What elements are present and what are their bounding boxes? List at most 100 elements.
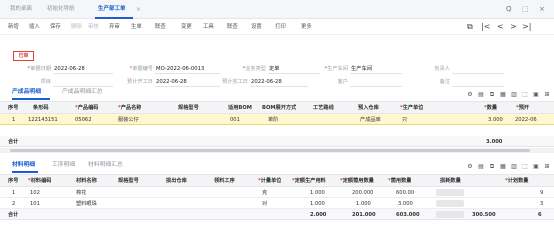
toolbar-print-button[interactable]: 打印: [275, 21, 286, 33]
tab-product-summary[interactable]: 产成品明细汇总: [62, 86, 103, 99]
tab-material-summary[interactable]: 材料明细汇总: [88, 159, 123, 172]
table-cell: 2: [12, 201, 16, 207]
redacted-cell: [436, 189, 464, 196]
expand-icon[interactable]: ⊞: [543, 162, 551, 172]
table-cell: 只: [402, 117, 408, 123]
workshop-field[interactable]: 生产车间: [350, 64, 402, 74]
tab-process-details[interactable]: 工序明细: [52, 159, 75, 172]
table-cell: 9: [540, 190, 544, 196]
tab-init-navigation[interactable]: 初始化导航: [47, 0, 75, 19]
grid-icon[interactable]: ▦: [499, 162, 507, 172]
box-icon[interactable]: ▣: [532, 162, 540, 172]
redacted-cell: [436, 211, 464, 218]
close-icon[interactable]: ×: [136, 0, 141, 19]
redacted-cell: [436, 200, 464, 207]
field-label-customer: 客户: [337, 79, 348, 85]
table-cell: 3.000: [398, 201, 413, 207]
toolbar-generate-button[interactable]: 生单: [131, 21, 142, 33]
frame-icon[interactable]: ⬚: [521, 162, 529, 172]
table-cell: 600.00: [396, 190, 415, 196]
box-icon[interactable]: ▣: [532, 90, 540, 100]
toolbar-approve-button[interactable]: 审核: [88, 21, 99, 33]
remarks-field[interactable]: [452, 77, 504, 87]
doc-number-field[interactable]: MO-2022-06-0013: [155, 64, 220, 74]
table-cell: 122143151: [28, 117, 58, 123]
table-cell: 05062: [75, 117, 92, 123]
toolbar-delete-button[interactable]: 删除: [71, 21, 82, 33]
frame-icon[interactable]: ⬚: [521, 90, 529, 100]
columns-icon[interactable]: ▥: [510, 162, 518, 172]
toolbar-save-button[interactable]: 保存: [50, 21, 61, 33]
next-record-icon[interactable]: >: [510, 20, 517, 34]
copy-row-icon[interactable]: ⧉: [488, 90, 496, 100]
columns-icon[interactable]: ▥: [510, 90, 518, 100]
doc-date-field[interactable]: 2022-06-28: [53, 64, 113, 74]
planned-finish-field[interactable]: 2022-06-28: [250, 77, 308, 87]
search-icon[interactable]: Q: [506, 0, 512, 19]
first-record-icon[interactable]: |<: [481, 20, 490, 34]
col-header-quota-output: *定额生产用料: [292, 178, 326, 184]
table-cell: 产成品库: [360, 117, 381, 123]
tab-my-desktop[interactable]: 我的桌面: [10, 0, 32, 19]
col-header-required-qty: *需用数量: [388, 178, 412, 184]
col-header-unit: *计量单位: [258, 178, 282, 184]
col-header-product-code: *产品编码: [75, 105, 99, 111]
settings-icon[interactable]: ⚙: [466, 90, 474, 100]
col-header-route: 工艺路线: [313, 105, 334, 111]
col-header-issue-warehouse: 损出仓库: [166, 178, 187, 184]
toolbar-settings-button[interactable]: 设置: [251, 21, 262, 33]
toolbar-tools-button[interactable]: 工具: [203, 21, 214, 33]
copy-icon[interactable]: ⧉: [467, 20, 473, 34]
totals-quota-output: 2.000: [310, 212, 327, 218]
table-cell: 1.000: [310, 190, 325, 196]
table-cell: 克: [262, 190, 268, 196]
field-label-doc-number: *单据编号: [129, 66, 153, 72]
table-cell: 200.000: [352, 190, 374, 196]
toolbar-unapprove-button[interactable]: 弃审: [109, 21, 120, 33]
toolbar-insert-button[interactable]: 插入: [29, 21, 40, 33]
col-header-seq: 序号: [8, 105, 19, 111]
col-header-planned: *预开: [516, 105, 530, 111]
expand-icon[interactable]: ⊞: [543, 90, 551, 100]
copy-row-icon[interactable]: ⧉: [488, 162, 496, 172]
toolbar-change-button[interactable]: 变更: [181, 21, 192, 33]
settings-icon[interactable]: ⚙: [466, 162, 474, 172]
table-cell: 001: [230, 117, 240, 123]
col-header-seq: 序号: [8, 178, 19, 184]
toolbar-more-button[interactable]: 更多: [301, 21, 312, 33]
scrollbar-thumb[interactable]: [10, 149, 530, 152]
table-cell: 102: [30, 190, 40, 196]
tab-bar: [0, 0, 554, 19]
toolbar-new-button[interactable]: 新增: [8, 21, 19, 33]
col-header-quota-qty: *定额需用数量: [340, 178, 374, 184]
totals-label: 合计: [8, 212, 19, 218]
table-cell: 3.000: [488, 117, 503, 123]
table-cell: 1.000: [356, 201, 371, 207]
field-label-owner: 负责人: [434, 66, 450, 72]
list-icon[interactable]: ▤: [477, 90, 485, 100]
table-cell: 棉花: [76, 190, 87, 196]
approved-stamp: 已审: [13, 51, 34, 61]
subtab-indicator: [12, 171, 38, 173]
owner-field[interactable]: [452, 64, 504, 74]
table-cell: 1.000: [310, 201, 325, 207]
toolbar-link-button[interactable]: 联查: [227, 21, 238, 33]
table-cell: 1: [12, 190, 16, 196]
restore-window-icon[interactable]: ⬚: [522, 0, 529, 19]
close-window-icon[interactable]: ×: [539, 0, 545, 19]
col-header-barcode: 条形码: [33, 105, 49, 111]
totals-label: 合计: [8, 139, 19, 145]
grid-icon[interactable]: ▦: [499, 90, 507, 100]
table-cell: 3: [540, 201, 544, 207]
toolbar-query-button[interactable]: 联查: [155, 21, 166, 33]
field-label-workshop: *生产车间: [324, 66, 348, 72]
previous-record-icon[interactable]: <: [497, 20, 504, 34]
totals-quota-qty: 201.000: [352, 212, 376, 218]
last-record-icon[interactable]: >|: [522, 20, 531, 34]
col-header-loss-qty: 损耗数量: [440, 178, 461, 184]
customer-field[interactable]: [350, 77, 402, 87]
table-cell: 2022-06: [515, 117, 537, 123]
subtab-indicator: [12, 98, 50, 100]
list-icon[interactable]: ▤: [477, 162, 485, 172]
col-header-material-name: 材料名称: [76, 178, 97, 184]
